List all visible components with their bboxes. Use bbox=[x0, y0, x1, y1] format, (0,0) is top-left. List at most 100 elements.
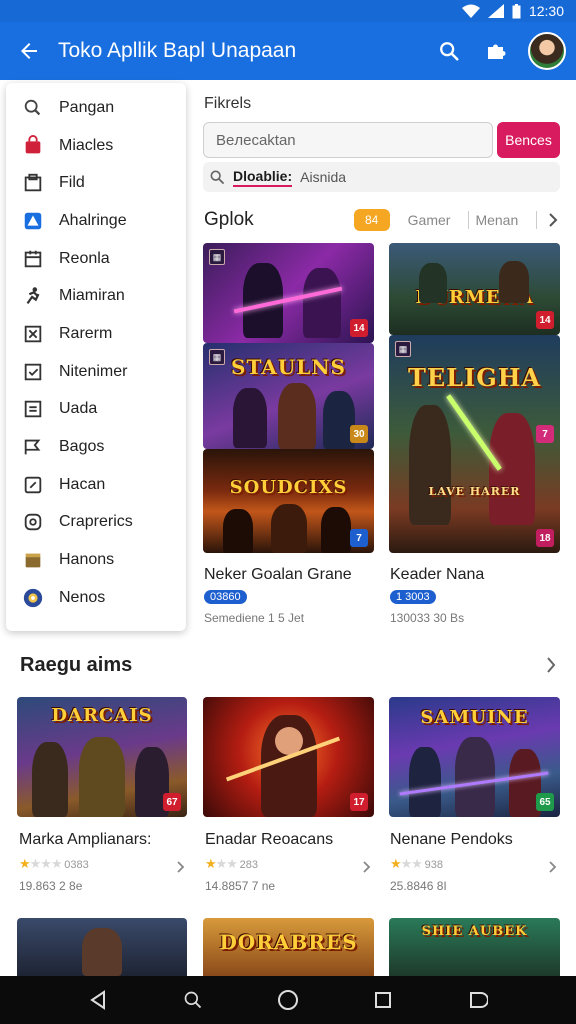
game-title: Marka Amplianars: bbox=[19, 831, 152, 848]
card-corner-icon: ▦ bbox=[395, 341, 411, 357]
drawer-item-label: Nitenimer bbox=[59, 362, 128, 380]
drawer-item-9[interactable]: Uada bbox=[6, 391, 186, 429]
rec-row2-card-3-art[interactable]: SHIE AUBEK bbox=[389, 918, 560, 976]
art-title: DORABRES bbox=[219, 930, 358, 954]
age-badge: 17 bbox=[350, 793, 368, 811]
chevron-right-icon[interactable] bbox=[176, 860, 186, 874]
star-rating: ★★★ 938 bbox=[390, 856, 443, 871]
drawer-item-5[interactable]: Reonla bbox=[6, 240, 186, 278]
game-meta: 14.8857 7 ne bbox=[205, 879, 276, 893]
search-icon bbox=[20, 95, 46, 121]
back-button[interactable] bbox=[0, 22, 58, 80]
globe-icon bbox=[20, 585, 46, 611]
drawer-item-7[interactable]: Rarerm bbox=[6, 315, 186, 353]
age-badge: 7 bbox=[536, 425, 554, 443]
nav-back-button[interactable] bbox=[78, 980, 118, 1020]
status-bar: 12:30 bbox=[0, 0, 576, 22]
chevron-right-icon[interactable] bbox=[546, 212, 560, 228]
drawer-item-13[interactable]: Hanons bbox=[6, 541, 186, 579]
chevron-right-icon[interactable] bbox=[362, 860, 372, 874]
rating-text: 283 bbox=[239, 859, 258, 871]
art-title: SOUDCIXS bbox=[229, 477, 348, 498]
rating-text: 0383 bbox=[64, 859, 89, 871]
rec-card-1-art: DARCAIS 67 bbox=[17, 697, 187, 817]
drawer-item-label: Fild bbox=[59, 174, 85, 192]
check-box-icon bbox=[20, 359, 46, 385]
rec-row2-card-2-art[interactable]: DORABRES bbox=[203, 918, 374, 976]
nav-home-button[interactable] bbox=[268, 980, 308, 1020]
search-submit-button[interactable]: Bences bbox=[497, 122, 560, 158]
game-card-1-art-top: ▦ 14 bbox=[203, 243, 374, 343]
search-input[interactable] bbox=[203, 122, 493, 158]
wifi-icon bbox=[461, 4, 480, 18]
rec-row2-card-1-art[interactable] bbox=[17, 918, 187, 976]
tab-divider bbox=[468, 211, 470, 229]
gift-icon bbox=[20, 547, 46, 573]
drawer-item-label: Miacles bbox=[59, 136, 114, 154]
puzzle-button[interactable] bbox=[480, 34, 514, 68]
drawer-item-label: Ahalringe bbox=[59, 211, 127, 229]
game-meta: 130033 30 Bs bbox=[390, 611, 465, 625]
search-button[interactable] bbox=[432, 34, 466, 68]
game-title: Neker Goalan Grane bbox=[204, 566, 352, 583]
drawer-item-label: Pangan bbox=[59, 98, 115, 116]
folder-icon bbox=[20, 170, 46, 196]
drawer-item-10[interactable]: Bagos bbox=[6, 428, 186, 466]
game-meta: Semediene 1 5 Jet bbox=[204, 611, 305, 625]
app-bar: Toko Apllik Bapl Unapaan bbox=[0, 22, 576, 80]
search-icon bbox=[184, 991, 201, 1009]
art-caption: LAVE HARER bbox=[428, 485, 521, 498]
filter-chip-active[interactable]: Dloablie: bbox=[233, 168, 293, 187]
drawer-item-8[interactable]: Nitenimer bbox=[6, 353, 186, 391]
game-title: Enadar Reoacans bbox=[205, 831, 334, 848]
tab-gamer[interactable]: Gamer bbox=[408, 212, 451, 228]
drawer-item-label: Reonla bbox=[59, 249, 110, 267]
game-card-1-art-bottom: SOUDCIXS 7 bbox=[203, 449, 374, 553]
drawer-item-2[interactable]: Miacles bbox=[6, 127, 186, 165]
game-title: Nenane Pendoks bbox=[390, 831, 513, 848]
art-title: DURMEHA bbox=[415, 287, 534, 308]
age-badge: 67 bbox=[163, 793, 181, 811]
game-card-2-art-main: TELIGHA LAVE HARER ▦ 7 18 bbox=[389, 335, 560, 553]
rating-pill: 03860 bbox=[204, 590, 247, 604]
drawer-item-4[interactable]: Ahalringe bbox=[6, 202, 186, 240]
tab-menan[interactable]: Menan bbox=[475, 212, 518, 228]
drawer-item-label: Uada bbox=[59, 400, 98, 418]
signal-icon bbox=[487, 4, 504, 18]
ring-icon bbox=[20, 509, 46, 535]
circle-home-icon bbox=[277, 990, 298, 1010]
drawer-item-14[interactable]: Nenos bbox=[6, 579, 186, 617]
rating-text: 938 bbox=[424, 859, 443, 871]
nav-assist-button[interactable] bbox=[458, 980, 498, 1020]
game-card-1-art-mid: STAULNS ▦ 30 bbox=[203, 343, 374, 449]
drawer-item-12[interactable]: Craprerics bbox=[6, 504, 186, 542]
filter-chip-inactive[interactable]: Aisnida bbox=[300, 169, 346, 185]
chevron-right-icon[interactable] bbox=[548, 860, 558, 874]
chevron-right-icon[interactable] bbox=[544, 656, 558, 674]
art-title: SHIE AUBEK bbox=[421, 924, 528, 939]
edit-box-icon bbox=[20, 472, 46, 498]
rec-card-3-art: SAMUINE 65 bbox=[389, 697, 560, 817]
nav-search-button[interactable] bbox=[173, 980, 213, 1020]
drawer-item-label: Miamiran bbox=[59, 287, 125, 305]
status-time: 12:30 bbox=[528, 3, 564, 19]
avatar[interactable] bbox=[528, 32, 566, 70]
drawer-item-label: Nenos bbox=[59, 588, 106, 606]
drawer-item-1[interactable]: Pangan bbox=[6, 89, 186, 127]
category-count-badge: 84 bbox=[353, 209, 390, 231]
tab-divider bbox=[536, 211, 538, 229]
drawer-item-6[interactable]: Miamiran bbox=[6, 277, 186, 315]
game-meta: 25.8846 8I bbox=[390, 879, 447, 893]
nav-recents-button[interactable] bbox=[363, 980, 403, 1020]
drawer-item-11[interactable]: Hacan bbox=[6, 466, 186, 504]
category-row: Gplok 84 Gamer Menan bbox=[204, 205, 560, 235]
age-badge: 30 bbox=[350, 425, 368, 443]
game-card-2-art-top: DURMEHA 14 bbox=[389, 243, 560, 335]
runner-icon bbox=[20, 283, 46, 309]
search-icon bbox=[210, 170, 224, 184]
drawer-item-3[interactable]: Fild bbox=[6, 164, 186, 202]
art-title: STAULNS bbox=[231, 355, 346, 379]
star-rating: ★★★★ 0383 bbox=[19, 856, 89, 871]
calendar-icon bbox=[20, 246, 46, 272]
drawer-item-label: Bagos bbox=[59, 438, 105, 456]
